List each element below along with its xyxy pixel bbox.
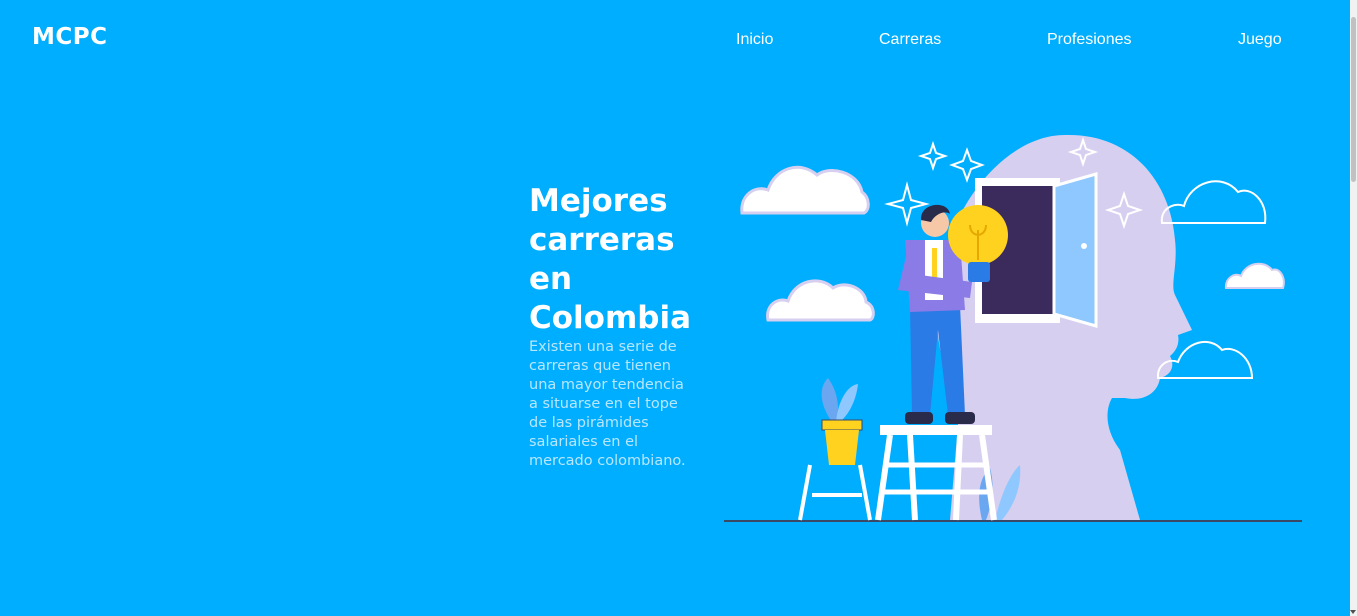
person-tie (932, 248, 937, 278)
door-knob-icon (1081, 243, 1087, 249)
nav-link-carreras[interactable]: Carreras (879, 31, 941, 49)
sparkle-icon (917, 140, 949, 172)
hero-section: Mejores carreras en Colombia Existen una… (529, 182, 699, 471)
sparkle-icon (884, 181, 930, 227)
scrollbar-thumb[interactable] (1351, 17, 1356, 182)
plant-stand (798, 464, 872, 521)
cloud-icon (740, 165, 870, 215)
scroll-down-arrow-icon[interactable] (1350, 610, 1356, 614)
nav-link-inicio[interactable]: Inicio (736, 31, 773, 49)
person-holding-lightbulb-illustration (724, 134, 1302, 522)
page: MCPC Inicio Carreras Profesiones Juego M… (0, 0, 1357, 616)
hero-title: Mejores carreras en Colombia (529, 183, 692, 336)
cloud-icon (766, 279, 875, 322)
person-legs (910, 305, 965, 415)
sparkle-icon (949, 147, 985, 183)
nav-link-profesiones[interactable]: Profesiones (1047, 31, 1132, 49)
plant-pot (821, 419, 863, 431)
person-shoe-right (945, 412, 975, 424)
plant-leaves-icon (836, 384, 858, 422)
lightbulb-base (968, 262, 990, 282)
plant-leaves-icon (821, 378, 838, 422)
door-panel (1052, 172, 1098, 328)
main-nav: Inicio Carreras Profesiones Juego (0, 31, 1357, 55)
plant-pot-body (825, 430, 859, 465)
ladder-top (880, 425, 992, 435)
nav-link-juego[interactable]: Juego (1238, 31, 1282, 49)
person-shoe-left (905, 412, 933, 424)
scrollbar[interactable] (1350, 0, 1357, 616)
cloud-icon (1160, 180, 1267, 224)
cloud-icon (1224, 262, 1285, 289)
hero-description: Existen una serie de carreras que tienen… (529, 339, 686, 469)
